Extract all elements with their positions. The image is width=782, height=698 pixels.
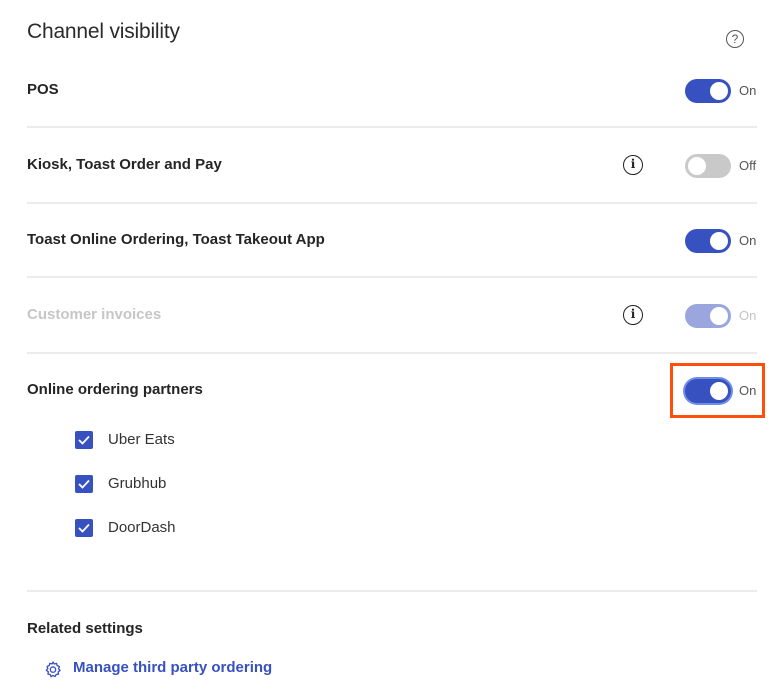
toggle-state: On <box>739 233 757 248</box>
channel-label: POS <box>27 81 59 98</box>
checkbox[interactable] <box>75 519 93 537</box>
divider <box>27 352 757 354</box>
toggle-state: On <box>739 308 757 323</box>
check-icon <box>78 435 90 445</box>
channel-label: Customer invoices <box>27 306 162 323</box>
related-settings-heading: Related settings <box>27 620 143 637</box>
toggle-state: Off <box>739 158 757 173</box>
channel-row-online-ordering: Toast Online Ordering, Toast Takeout App… <box>27 229 757 253</box>
gear-icon <box>45 661 61 678</box>
channel-row-online-ordering-partners: Online ordering partners On <box>27 379 757 403</box>
check-icon <box>78 479 90 489</box>
channel-label: Kiosk, Toast Order and Pay <box>27 156 222 173</box>
checkbox-label: Grubhub <box>108 475 167 492</box>
customer-invoices-toggle <box>685 304 731 328</box>
divider <box>27 590 757 592</box>
help-icon[interactable]: ? <box>726 30 744 48</box>
checkbox[interactable] <box>75 431 93 449</box>
toggle-knob <box>710 307 728 325</box>
divider <box>27 126 757 128</box>
highlight-box <box>670 363 765 418</box>
channel-row-customer-invoices: Customer invoices i On <box>27 304 757 328</box>
online-ordering-toggle[interactable] <box>685 229 731 253</box>
channel-row-kiosk: Kiosk, Toast Order and Pay i Off <box>27 154 757 178</box>
toggle-knob <box>710 82 728 100</box>
channel-label: Toast Online Ordering, Toast Takeout App <box>27 231 325 248</box>
link-label: Manage third party ordering <box>73 659 273 676</box>
toggle-knob <box>710 232 728 250</box>
divider <box>27 202 757 204</box>
check-icon <box>78 523 90 533</box>
channel-label: Online ordering partners <box>27 381 203 398</box>
toggle-state: On <box>739 83 757 98</box>
info-icon[interactable]: i <box>623 305 643 325</box>
checkbox-label: Uber Eats <box>108 431 175 448</box>
page-title: Channel visibility <box>27 20 180 43</box>
checkbox[interactable] <box>75 475 93 493</box>
pos-toggle[interactable] <box>685 79 731 103</box>
divider <box>27 276 757 278</box>
checkbox-label: DoorDash <box>108 519 176 536</box>
toggle-knob <box>688 157 706 175</box>
info-icon[interactable]: i <box>623 155 643 175</box>
channel-row-pos: POS On <box>27 79 757 103</box>
kiosk-toggle[interactable] <box>685 154 731 178</box>
